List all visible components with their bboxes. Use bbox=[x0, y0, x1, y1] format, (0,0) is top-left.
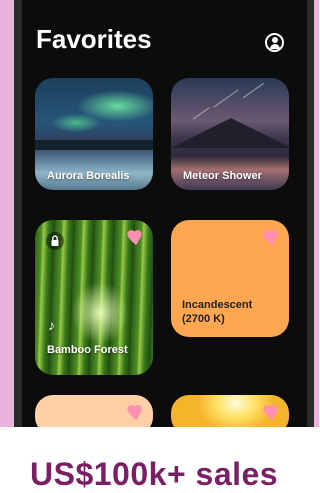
card-bamboo-forest[interactable]: ♪ Bamboo Forest bbox=[35, 220, 153, 375]
heart-icon[interactable] bbox=[126, 405, 143, 420]
card-label: Aurora Borealis bbox=[47, 170, 130, 182]
meteor-streak bbox=[213, 89, 239, 108]
card-label: Bamboo Forest bbox=[47, 344, 128, 356]
heart-icon[interactable] bbox=[262, 405, 279, 420]
sales-banner: US$100k+ sales bbox=[30, 456, 279, 492]
card-label-line2: (2700 K) bbox=[182, 313, 225, 325]
music-note-icon: ♪ bbox=[48, 317, 55, 333]
card-incandescent[interactable]: Incandescent (2700 K) bbox=[171, 220, 289, 337]
card-label-line1: Incandescent bbox=[182, 299, 253, 311]
account-circle-icon[interactable] bbox=[265, 33, 284, 52]
heart-icon[interactable] bbox=[262, 230, 279, 245]
card-aurora-borealis[interactable]: Aurora Borealis bbox=[35, 78, 153, 190]
phone-bezel-left bbox=[14, 0, 22, 428]
heart-icon[interactable] bbox=[126, 230, 143, 245]
meteor-streak bbox=[242, 82, 265, 99]
mountain-silhouette bbox=[171, 118, 289, 148]
card-meteor-shower[interactable]: Meteor Shower bbox=[171, 78, 289, 190]
page-title: Favorites bbox=[36, 24, 152, 54]
card-label: Meteor Shower bbox=[183, 170, 262, 182]
phone-bezel-right bbox=[307, 0, 314, 428]
landscape-silhouette bbox=[35, 140, 153, 150]
lock-icon bbox=[46, 232, 64, 250]
